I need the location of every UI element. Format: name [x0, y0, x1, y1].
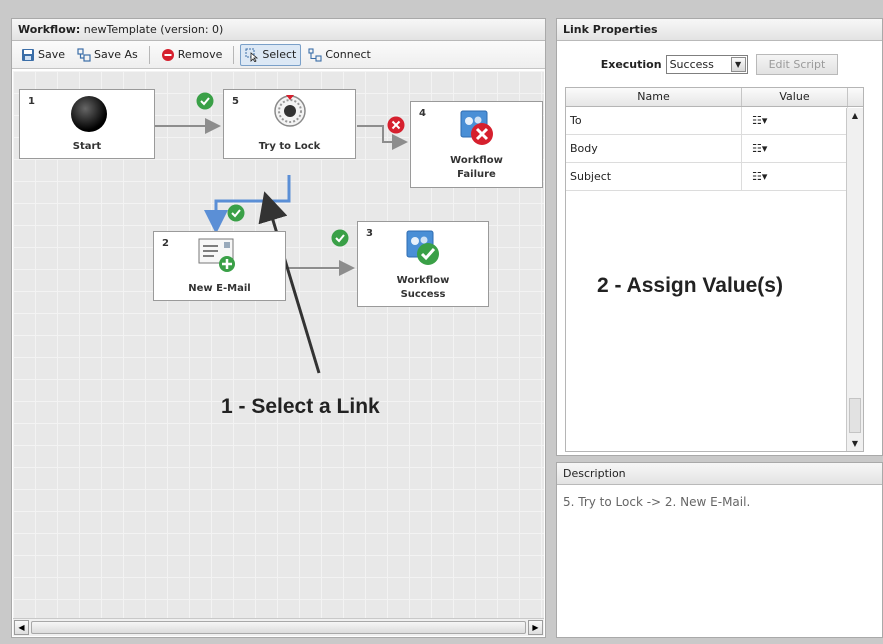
connect-label: Connect: [325, 48, 371, 61]
table-row[interactable]: Subject ☷▾: [566, 163, 863, 191]
execution-select[interactable]: Success ▼: [665, 54, 748, 74]
column-header-value[interactable]: Value: [742, 88, 848, 106]
floppy-disk-icon: [21, 48, 35, 62]
workflow-panel: Workflow: newTemplate (version: 0) Save …: [11, 18, 546, 638]
description-panel: Description 5. Try to Lock -> 2. New E-M…: [556, 462, 883, 638]
scroll-thumb[interactable]: [31, 621, 526, 634]
remove-label: Remove: [177, 48, 223, 61]
node-label: New E-Mail: [188, 283, 251, 294]
table-row[interactable]: Body ☷▾: [566, 135, 863, 163]
scroll-left-icon[interactable]: ◀: [14, 620, 29, 635]
node-number: 1: [28, 96, 35, 107]
start-circle-icon: [71, 96, 107, 132]
workflow-toolbar: Save Save As Remove Select Connect: [12, 41, 545, 69]
save-as-label: Save As: [94, 48, 138, 61]
execution-label: Execution: [600, 57, 662, 71]
value-editor-icon[interactable]: ☷▾: [742, 107, 848, 134]
new-email-icon: [198, 238, 235, 272]
lock-dial-icon: [274, 95, 306, 127]
description-text[interactable]: 5. Try to Lock -> 2. New E-Mail.: [557, 485, 882, 519]
node-start[interactable]: 1 Start: [19, 89, 155, 159]
link-properties-header: Link Properties: [557, 19, 882, 41]
node-number: 5: [232, 96, 239, 107]
row-name: To: [566, 107, 742, 134]
edit-script-button[interactable]: Edit Script: [755, 53, 839, 75]
save-label: Save: [38, 48, 66, 61]
table-header: Name Value: [566, 88, 863, 107]
scroll-thumb[interactable]: [849, 398, 861, 433]
workflow-header: Workflow: newTemplate (version: 0): [12, 19, 545, 41]
toolbar-divider: [148, 45, 150, 64]
column-header-name[interactable]: Name: [566, 88, 742, 106]
execution-value: Success: [669, 57, 714, 71]
node-workflow-success[interactable]: 3 Workflow Success: [357, 221, 489, 307]
node-label: Try to Lock: [258, 141, 321, 152]
toolbar-divider: [233, 45, 235, 64]
success-check-icon: [331, 229, 349, 247]
value-editor-icon[interactable]: ☷▾: [742, 135, 848, 162]
connect-button[interactable]: Connect: [303, 44, 375, 66]
failure-x-icon: [387, 116, 405, 134]
vertical-scrollbar[interactable]: ▲ ▼: [846, 108, 863, 451]
link-trylock-to-newemail-selected[interactable]: [204, 175, 291, 234]
row-name: Body: [566, 135, 742, 162]
node-label-line2: Success: [400, 289, 446, 300]
node-label-line1: Workflow: [450, 155, 503, 166]
success-check-icon: [196, 92, 214, 110]
table-row[interactable]: To ☷▾: [566, 107, 863, 135]
remove-button[interactable]: Remove: [156, 44, 228, 66]
horizontal-scrollbar[interactable]: ◀ ▶: [13, 618, 544, 636]
select-cursor-icon: [245, 48, 259, 63]
execution-row: Execution Success ▼ Edit Script: [557, 53, 882, 75]
select-label: Select: [262, 48, 297, 61]
annotation-assign-values: 2 - Assign Value(s): [597, 274, 783, 297]
link-properties-title: Link Properties: [563, 23, 658, 36]
save-as-icon: [77, 47, 91, 62]
properties-table: Name Value To ☷▾ Body ☷▾ Subject ☷▾ ▲ ▼: [565, 87, 864, 452]
node-try-to-lock[interactable]: 5 Try to Lock: [223, 89, 356, 159]
value-editor-icon[interactable]: ☷▾: [742, 163, 848, 190]
workflow-title-label: Workflow:: [18, 23, 81, 36]
node-workflow-failure[interactable]: 4 Workflow Failure: [410, 101, 543, 188]
chevron-down-icon[interactable]: ▼: [730, 56, 746, 72]
node-new-email[interactable]: 2 New E-Mail: [153, 231, 286, 301]
save-button[interactable]: Save: [16, 44, 70, 66]
save-as-button[interactable]: Save As: [72, 44, 143, 66]
node-number: 4: [419, 108, 426, 119]
scroll-up-icon[interactable]: ▲: [847, 108, 863, 123]
node-label-line1: Workflow: [396, 275, 450, 286]
workflow-success-icon: [406, 230, 439, 265]
workflow-title-name: newTemplate (version: 0): [80, 23, 224, 36]
link-properties-panel: Link Properties Execution Success ▼ Edit…: [556, 18, 883, 456]
description-header: Description: [557, 463, 882, 485]
select-button[interactable]: Select: [240, 43, 302, 66]
annotation-select-link: 1 - Select a Link: [221, 395, 380, 418]
scroll-down-icon[interactable]: ▼: [847, 436, 863, 451]
workflow-failure-icon: [460, 110, 493, 145]
node-label-line2: Failure: [457, 169, 496, 180]
connect-icon: [308, 47, 322, 62]
remove-icon: [161, 48, 175, 62]
success-check-icon: [227, 204, 245, 222]
workflow-canvas[interactable]: 1 Start 5 Try to Lock 4 Workflow Failure…: [13, 71, 544, 619]
node-number: 3: [366, 228, 373, 239]
node-label: Start: [72, 141, 102, 152]
row-name: Subject: [566, 163, 742, 190]
node-number: 2: [162, 238, 169, 249]
scroll-right-icon[interactable]: ▶: [528, 620, 543, 635]
